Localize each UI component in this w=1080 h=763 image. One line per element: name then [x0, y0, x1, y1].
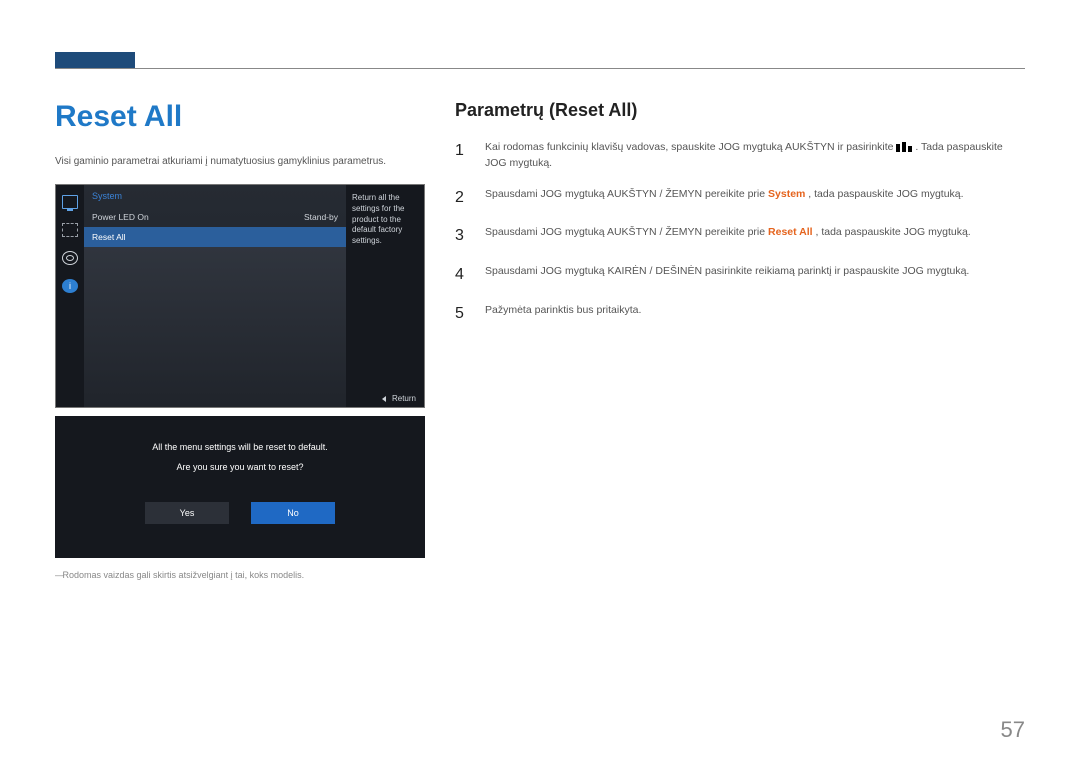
menu-icon: [896, 142, 912, 152]
display-icon: [62, 223, 78, 237]
step-number: 3: [455, 224, 469, 249]
osd-title: System: [84, 185, 346, 207]
osd-row-power-label: Power LED On: [92, 212, 149, 222]
triangle-left-icon: [382, 396, 386, 402]
chapter-rule: [55, 68, 1025, 69]
step-2: 2 Spausdami JOG mygtuką AUKŠTYN / ŽEMYN …: [455, 186, 1025, 211]
reset-confirm-dialog: All the menu settings will be reset to d…: [55, 416, 425, 558]
info-icon: i: [62, 279, 78, 293]
osd-row-power-value: Stand-by: [304, 212, 338, 222]
osd-row-reset-label: Reset All: [92, 232, 126, 242]
osd-footer: Return: [382, 394, 416, 403]
dialog-line2: Are you sure you want to reset?: [81, 462, 399, 472]
page-number: 57: [1001, 717, 1025, 743]
osd-footer-label: Return: [392, 394, 416, 403]
step-number: 2: [455, 186, 469, 211]
step-keyword-resetall: Reset All: [768, 226, 813, 238]
step-text: Spausdami JOG mygtuką AUKŠTYN / ŽEMYN pe…: [485, 188, 768, 200]
osd-system-screenshot: i System Power LED On Stand-by Reset All…: [55, 184, 425, 408]
footnote: Rodomas vaizdas gali skirtis atsižvelgia…: [55, 570, 425, 580]
osd-row-reset: Reset All: [84, 227, 346, 247]
osd-side-text: Return all the settings for the product …: [346, 185, 424, 407]
step-number: 1: [455, 139, 469, 172]
step-3: 3 Spausdami JOG mygtuką AUKŠTYN / ŽEMYN …: [455, 224, 1025, 249]
dialog-line1: All the menu settings will be reset to d…: [81, 442, 399, 452]
gear-icon: [62, 251, 78, 265]
step-number: 5: [455, 302, 469, 327]
intro-text: Visi gaminio parametrai atkuriami į numa…: [55, 154, 425, 169]
step-keyword-system: System: [768, 188, 805, 200]
step-text: Pažymėta parinktis bus pritaikyta.: [485, 302, 641, 327]
step-text: Spausdami JOG mygtuką KAIRĖN / DEŠINĖN p…: [485, 263, 969, 288]
step-number: 4: [455, 263, 469, 288]
subsection-heading: Parametrų (Reset All): [455, 100, 1025, 121]
no-button[interactable]: No: [251, 502, 335, 524]
step-text: Spausdami JOG mygtuką AUKŠTYN / ŽEMYN pe…: [485, 226, 768, 238]
step-5: 5 Pažymėta parinktis bus pritaikyta.: [455, 302, 1025, 327]
step-1: 1 Kai rodomas funkcinių klavišų vadovas,…: [455, 139, 1025, 172]
section-heading: Reset All: [55, 100, 425, 134]
step-4: 4 Spausdami JOG mygtuką KAIRĖN / DEŠINĖN…: [455, 263, 1025, 288]
osd-row-power: Power LED On Stand-by: [84, 207, 346, 227]
monitor-icon: [62, 195, 78, 209]
step-text: , tada paspauskite JOG mygtuką.: [815, 226, 970, 238]
chapter-mark: [55, 52, 135, 68]
yes-button[interactable]: Yes: [145, 502, 229, 524]
step-text: Kai rodomas funkcinių klavišų vadovas, s…: [485, 141, 896, 153]
step-text: , tada paspauskite JOG mygtuką.: [808, 188, 963, 200]
